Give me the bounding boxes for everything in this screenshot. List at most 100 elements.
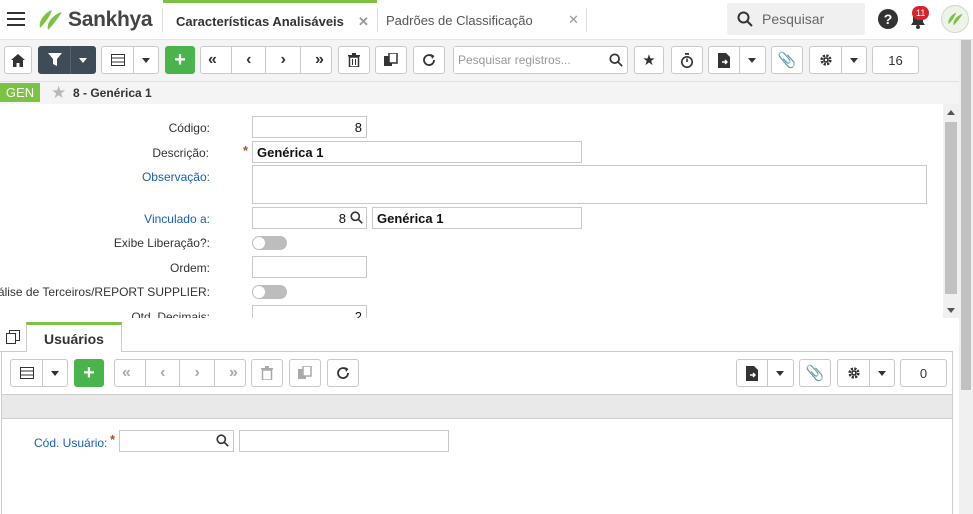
trash-icon: [348, 53, 360, 67]
page-scrollbar[interactable]: [959, 40, 973, 514]
paperclip-icon: 📎: [805, 365, 825, 382]
add-button[interactable]: +: [74, 359, 104, 387]
record-count: 16: [872, 46, 919, 74]
ordem-field[interactable]: [252, 256, 367, 278]
refresh-icon: [423, 54, 435, 66]
brand-name: Sankhya: [68, 8, 153, 31]
vinculado-label[interactable]: Vinculado a:: [144, 212, 210, 226]
gear-icon: [847, 367, 860, 379]
scroll-up-icon[interactable]: [947, 110, 955, 115]
stopwatch-icon: [681, 52, 693, 68]
export-button[interactable]: [708, 46, 766, 74]
chevron-down-icon: [141, 57, 150, 63]
home-button[interactable]: [4, 46, 32, 74]
sankhya-logo-icon: [39, 10, 62, 30]
copy-icon: [298, 366, 312, 379]
qtd-decimais-label: Qtd. Decimais:: [131, 310, 210, 318]
attachment-button[interactable]: 📎: [799, 359, 831, 387]
qtd-decimais-field[interactable]: 2: [252, 305, 367, 318]
last-record-icon[interactable]: »: [229, 364, 238, 382]
chevron-down-icon: [877, 370, 886, 376]
detail-record-count: 0: [900, 359, 947, 387]
duplicate-button[interactable]: [375, 46, 407, 74]
filter-button[interactable]: [38, 46, 96, 74]
previous-record-icon[interactable]: ‹: [160, 364, 165, 382]
scroll-thumb[interactable]: [961, 40, 971, 390]
grid-icon: [110, 54, 125, 66]
navigation-group: « ‹ › »: [200, 46, 332, 74]
export-button[interactable]: [736, 359, 794, 387]
grid-view-button[interactable]: [10, 359, 68, 387]
global-search[interactable]: Pesquisar: [727, 3, 865, 35]
copy-icon[interactable]: [6, 330, 20, 344]
gear-icon: [819, 54, 832, 66]
close-icon[interactable]: ✕: [358, 14, 369, 30]
chevron-down-icon: [78, 57, 87, 63]
notification-badge: 11: [912, 6, 930, 20]
filter-icon: [47, 53, 62, 66]
favorite-button[interactable]: ★: [634, 46, 664, 74]
grid-icon: [19, 367, 34, 379]
first-record-icon[interactable]: «: [122, 364, 131, 382]
observacao-field[interactable]: [252, 165, 927, 204]
next-record-icon[interactable]: ›: [195, 364, 200, 382]
settings-button[interactable]: [809, 46, 867, 74]
descricao-field[interactable]: Genérica 1: [252, 141, 582, 163]
search-icon[interactable]: [609, 53, 623, 67]
first-record-icon[interactable]: «: [208, 51, 217, 69]
observacao-label[interactable]: Observação:: [142, 170, 210, 184]
grid-view-button[interactable]: [101, 46, 159, 74]
record-tag: GEN: [0, 83, 40, 102]
detail-tabs: Usuários: [0, 322, 953, 353]
tab-caracteristicas[interactable]: Características Analisáveis ✕: [163, 0, 377, 40]
scroll-down-icon[interactable]: [947, 308, 955, 313]
tab-padroes[interactable]: Padrões de Classificação ✕: [378, 0, 586, 40]
top-bar: Sankhya Características Analisáveis ✕ Pa…: [0, 0, 973, 40]
paperclip-icon: 📎: [777, 52, 797, 69]
last-record-icon[interactable]: »: [315, 51, 324, 69]
sankhya-logo-icon: [948, 12, 963, 26]
refresh-button[interactable]: [327, 359, 359, 387]
codigo-field[interactable]: 8: [252, 116, 367, 138]
sankhya-logo[interactable]: Sankhya: [36, 8, 153, 32]
settings-button[interactable]: [837, 359, 895, 387]
chevron-down-icon: [776, 370, 784, 376]
help-icon[interactable]: ?: [878, 9, 898, 29]
refresh-button[interactable]: [413, 46, 445, 74]
cod-usuario-field[interactable]: [119, 430, 234, 452]
close-icon[interactable]: ✕: [568, 12, 579, 28]
delete-button[interactable]: [251, 359, 283, 387]
search-icon[interactable]: [216, 434, 229, 447]
previous-record-icon[interactable]: ‹: [246, 51, 251, 69]
detail-panel: + « ‹ › » 📎 0 Cód. Usuário: *: [1, 352, 953, 514]
delete-button[interactable]: [338, 46, 370, 74]
attachment-button[interactable]: 📎: [771, 46, 803, 74]
record-form: Código: 8 Descrição: * Genérica 1 Observ…: [0, 104, 943, 318]
record-header: GEN ★ 8 - Genérica 1: [0, 82, 973, 104]
search-icon[interactable]: [350, 211, 363, 224]
avatar[interactable]: [941, 5, 969, 33]
record-search: [453, 46, 628, 74]
menu-icon[interactable]: [7, 12, 25, 26]
required-icon: *: [110, 432, 116, 447]
detail-toolbar: + « ‹ › » 📎 0: [2, 352, 952, 394]
add-button[interactable]: +: [165, 46, 195, 74]
search-icon: [737, 11, 753, 27]
tab-separator: [586, 8, 587, 32]
next-record-icon[interactable]: ›: [281, 51, 286, 69]
cod-usuario-label[interactable]: Cód. Usuário:: [34, 436, 107, 450]
duplicate-button[interactable]: [289, 359, 321, 387]
scroll-thumb[interactable]: [945, 122, 957, 294]
timer-button[interactable]: [671, 46, 703, 74]
chevron-down-icon: [50, 370, 59, 376]
cod-usuario-name-field: [239, 430, 449, 452]
tab-usuarios[interactable]: Usuários: [26, 322, 122, 353]
star-icon[interactable]: ★: [51, 83, 66, 103]
record-title: 8 - Genérica 1: [73, 86, 152, 100]
record-search-input[interactable]: [454, 47, 604, 73]
required-icon: *: [243, 143, 249, 158]
analise-terceiros-toggle[interactable]: [252, 285, 287, 299]
star-icon: ★: [642, 52, 656, 69]
form-scrollbar[interactable]: [943, 104, 959, 318]
exibe-liberacao-toggle[interactable]: [252, 236, 287, 250]
